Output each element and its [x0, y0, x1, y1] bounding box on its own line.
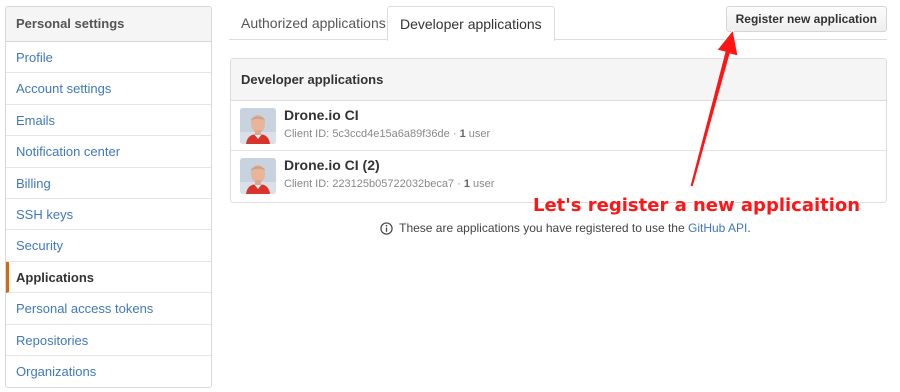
annotation-callout: Let's register a new applicaition: [533, 195, 861, 216]
